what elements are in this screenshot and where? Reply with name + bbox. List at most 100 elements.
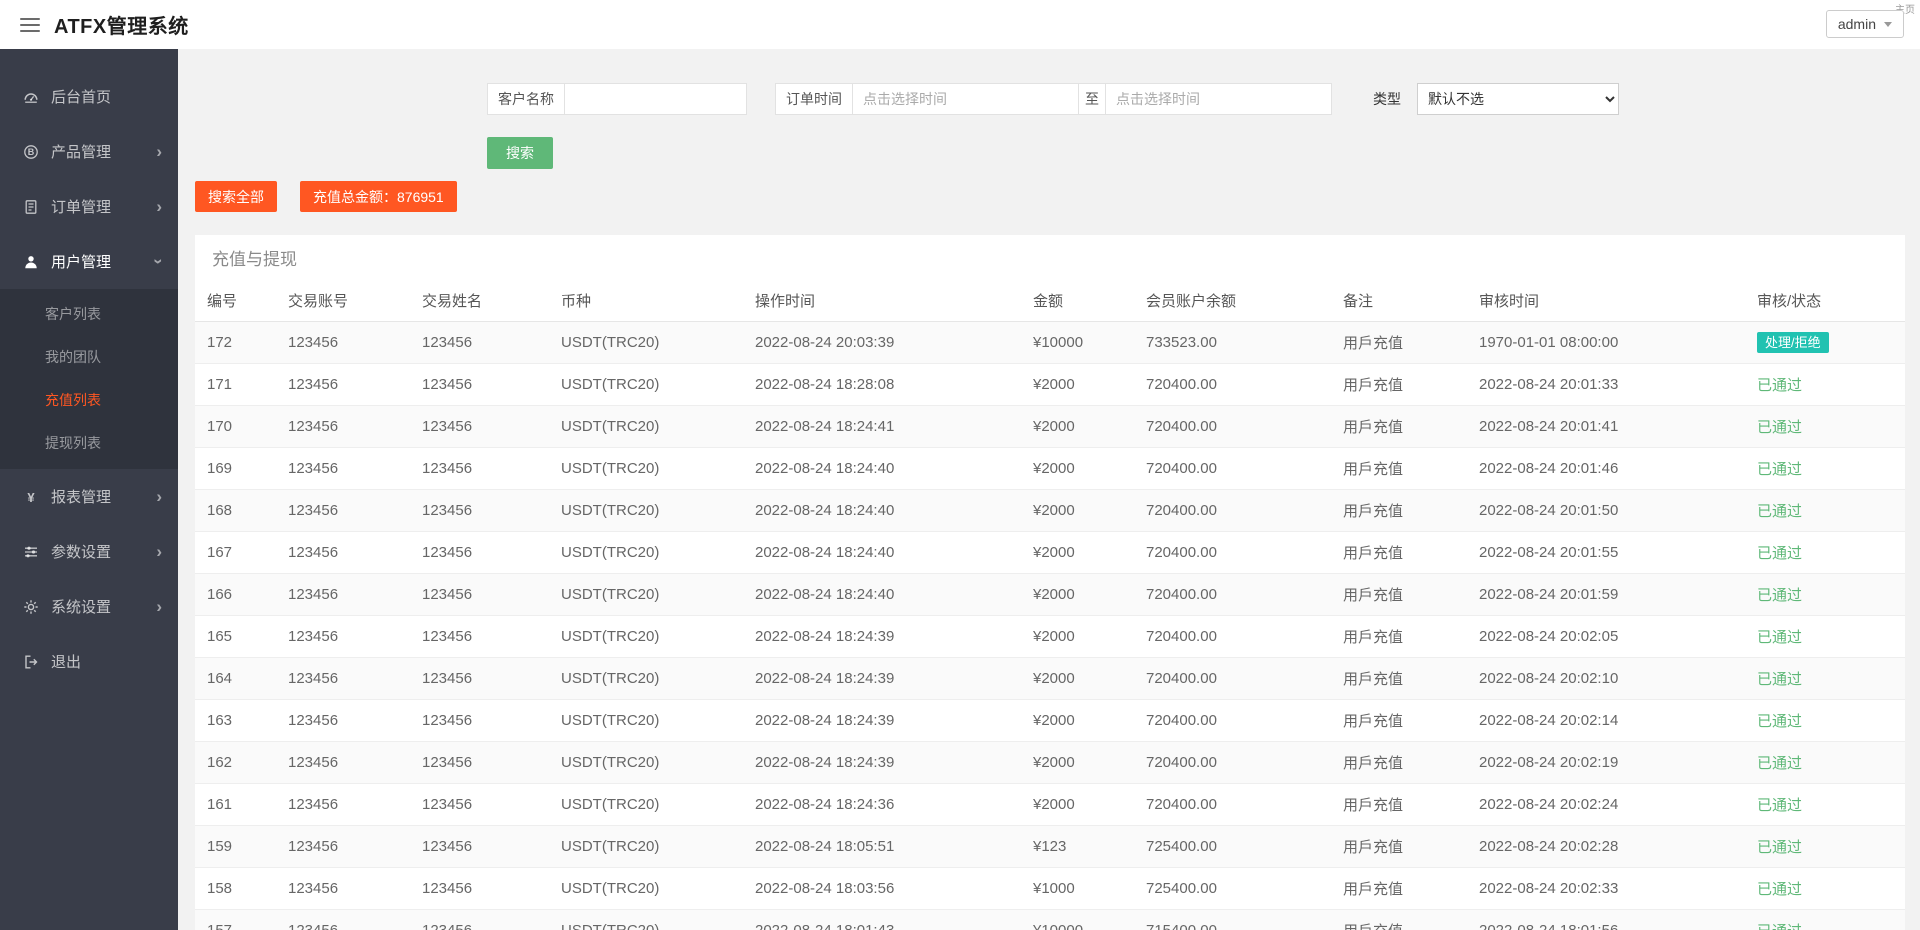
- sidebar-item-system[interactable]: 系统设置 ›: [0, 579, 178, 634]
- recharge-table: 编号 交易账号 交易姓名 币种 操作时间 金额 会员账户余额 备注 审核时间 审核/状态 172 1…: [195, 279, 1905, 930]
- cell-balance: 725400.00: [1145, 867, 1342, 910]
- sidebar-item-logout[interactable]: 退出: [0, 634, 178, 689]
- customer-name-input[interactable]: [565, 83, 747, 115]
- order-time-label: 订单时间: [775, 83, 853, 115]
- cell-remark: 用戶充值: [1342, 867, 1478, 910]
- cell-status: 已通过: [1756, 867, 1905, 910]
- cell-status: 已通过: [1756, 783, 1905, 826]
- sliders-icon: [22, 544, 40, 560]
- table-row: 172 123456 123456 USDT(TRC20) 2022-08-24 20:…: [195, 321, 1905, 364]
- chevron-right-icon: ›: [156, 487, 162, 506]
- sidebar-item-reports[interactable]: ¥ 报表管理 ›: [0, 469, 178, 524]
- dashboard-icon: [22, 89, 40, 105]
- cell-balance: 720400.00: [1145, 489, 1342, 532]
- table-row: 166 123456 123456 USDT(TRC20) 2022-08-24 18:…: [195, 573, 1905, 616]
- cell-op_time: 2022-08-24 18:28:08: [754, 363, 1032, 406]
- cell-amount: ¥2000: [1032, 489, 1145, 532]
- cell-balance: 720400.00: [1145, 657, 1342, 700]
- bitcoin-icon: B: [22, 144, 40, 160]
- chevron-right-icon: ›: [156, 197, 162, 216]
- sidebar-item-label: 后台首页: [51, 89, 112, 106]
- chevron-down-icon: ›: [149, 258, 169, 265]
- user-menu-button[interactable]: admin: [1825, 10, 1904, 38]
- cell-amount: ¥10000: [1032, 909, 1145, 930]
- panel-title: 充值与提现: [212, 250, 297, 269]
- cell-status: 已通过: [1756, 741, 1905, 784]
- status-approved-label: 已通过: [1757, 923, 1802, 930]
- cell-status: 已通过: [1756, 573, 1905, 616]
- sidebar-subitem-recharge-list[interactable]: 充值列表: [0, 379, 178, 422]
- cell-status: 已通过: [1756, 615, 1905, 658]
- sidebar-item-label: 退出: [51, 654, 82, 671]
- sidebar-item-params[interactable]: 参数设置 ›: [0, 524, 178, 579]
- cell-amount: ¥2000: [1032, 447, 1145, 490]
- sidebar-subitem-withdraw-list[interactable]: 提现列表: [0, 422, 178, 465]
- chevron-right-icon: ›: [156, 597, 162, 616]
- user-icon: [22, 254, 40, 270]
- cell-name: 123456: [421, 657, 560, 700]
- recharge-panel: 充值与提现 编号 交易账号 交易姓名 币种 操作时间 金额 会员账户余额 备注 审核时间 审核/状…: [195, 235, 1905, 930]
- cell-account: 123456: [287, 363, 421, 406]
- cell-remark: 用戶充值: [1342, 363, 1478, 406]
- cell-audit_time: 2022-08-24 20:01:46: [1478, 447, 1756, 490]
- cell-remark: 用戶充值: [1342, 657, 1478, 700]
- sidebar-item-label: 产品管理: [51, 144, 112, 161]
- cell-currency: USDT(TRC20): [560, 363, 754, 406]
- column-remark: 备注: [1342, 279, 1478, 322]
- table-row: 167 123456 123456 USDT(TRC20) 2022-08-24 18:…: [195, 531, 1905, 574]
- cell-id: 170: [195, 405, 287, 448]
- process-reject-button[interactable]: 处理/拒绝: [1757, 332, 1829, 353]
- sidebar-subitem-customer-list[interactable]: 客户列表: [0, 293, 178, 336]
- status-approved-label: 已通过: [1757, 713, 1803, 730]
- start-time-input[interactable]: [853, 83, 1079, 115]
- cell-remark: 用戶充值: [1342, 909, 1478, 930]
- column-currency: 币种: [560, 279, 754, 322]
- cell-name: 123456: [421, 447, 560, 490]
- cell-id: 172: [195, 321, 287, 364]
- sidebar-item-label: 系统设置: [51, 599, 112, 616]
- cell-audit_time: 2022-08-24 20:02:28: [1478, 825, 1756, 868]
- type-select[interactable]: 默认不选: [1417, 83, 1619, 115]
- cell-balance: 720400.00: [1145, 573, 1342, 616]
- end-time-input[interactable]: [1106, 83, 1332, 115]
- sidebar-item-products[interactable]: B 产品管理 ›: [0, 124, 178, 179]
- cell-name: 123456: [421, 741, 560, 784]
- column-name: 交易姓名: [421, 279, 560, 322]
- search-all-button[interactable]: 搜索全部: [195, 181, 277, 212]
- sidebar-item-orders[interactable]: 订单管理 ›: [0, 179, 178, 234]
- type-label: 类型: [1373, 91, 1401, 107]
- cell-id: 165: [195, 615, 287, 658]
- cell-currency: USDT(TRC20): [560, 447, 754, 490]
- sidebar-item-users[interactable]: 用户管理 ›: [0, 234, 178, 289]
- cell-balance: 720400.00: [1145, 405, 1342, 448]
- cell-status: 已通过: [1756, 363, 1905, 406]
- table-row: 165 123456 123456 USDT(TRC20) 2022-08-24 18:…: [195, 615, 1905, 658]
- cell-name: 123456: [421, 363, 560, 406]
- sidebar: 后台首页 B 产品管理 › 订单管理 › 用户管理 › 客户列表 我的团队 充值列表 提现列表 ¥ 报表管…: [0, 49, 178, 930]
- cell-id: 164: [195, 657, 287, 700]
- menu-toggle-button[interactable]: [20, 14, 42, 36]
- search-button[interactable]: 搜索: [487, 137, 553, 169]
- cell-status: 处理/拒绝: [1756, 321, 1905, 364]
- user-name: admin: [1837, 16, 1876, 32]
- total-amount-button[interactable]: 充值总金额：876951: [300, 181, 457, 212]
- cell-remark: 用戶充值: [1342, 573, 1478, 616]
- cell-name: 123456: [421, 825, 560, 868]
- column-account: 交易账号: [287, 279, 421, 322]
- sidebar-item-label: 订单管理: [51, 199, 112, 216]
- table-row: 159 123456 123456 USDT(TRC20) 2022-08-24 18:…: [195, 825, 1905, 868]
- status-approved-label: 已通过: [1757, 629, 1803, 646]
- sidebar-subitem-my-team[interactable]: 我的团队: [0, 336, 178, 379]
- cell-name: 123456: [421, 405, 560, 448]
- cell-amount: ¥2000: [1032, 615, 1145, 658]
- sidebar-item-home[interactable]: 后台首页: [0, 69, 178, 124]
- cell-id: 163: [195, 699, 287, 742]
- cell-audit_time: 2022-08-24 20:02:33: [1478, 867, 1756, 910]
- table-row: 161 123456 123456 USDT(TRC20) 2022-08-24 18:…: [195, 783, 1905, 826]
- cell-id: 158: [195, 867, 287, 910]
- chevron-right-icon: ›: [156, 542, 162, 561]
- cell-id: 168: [195, 489, 287, 532]
- cell-account: 123456: [287, 867, 421, 910]
- table-row: 171 123456 123456 USDT(TRC20) 2022-08-24 18:…: [195, 363, 1905, 406]
- cell-remark: 用戶充值: [1342, 699, 1478, 742]
